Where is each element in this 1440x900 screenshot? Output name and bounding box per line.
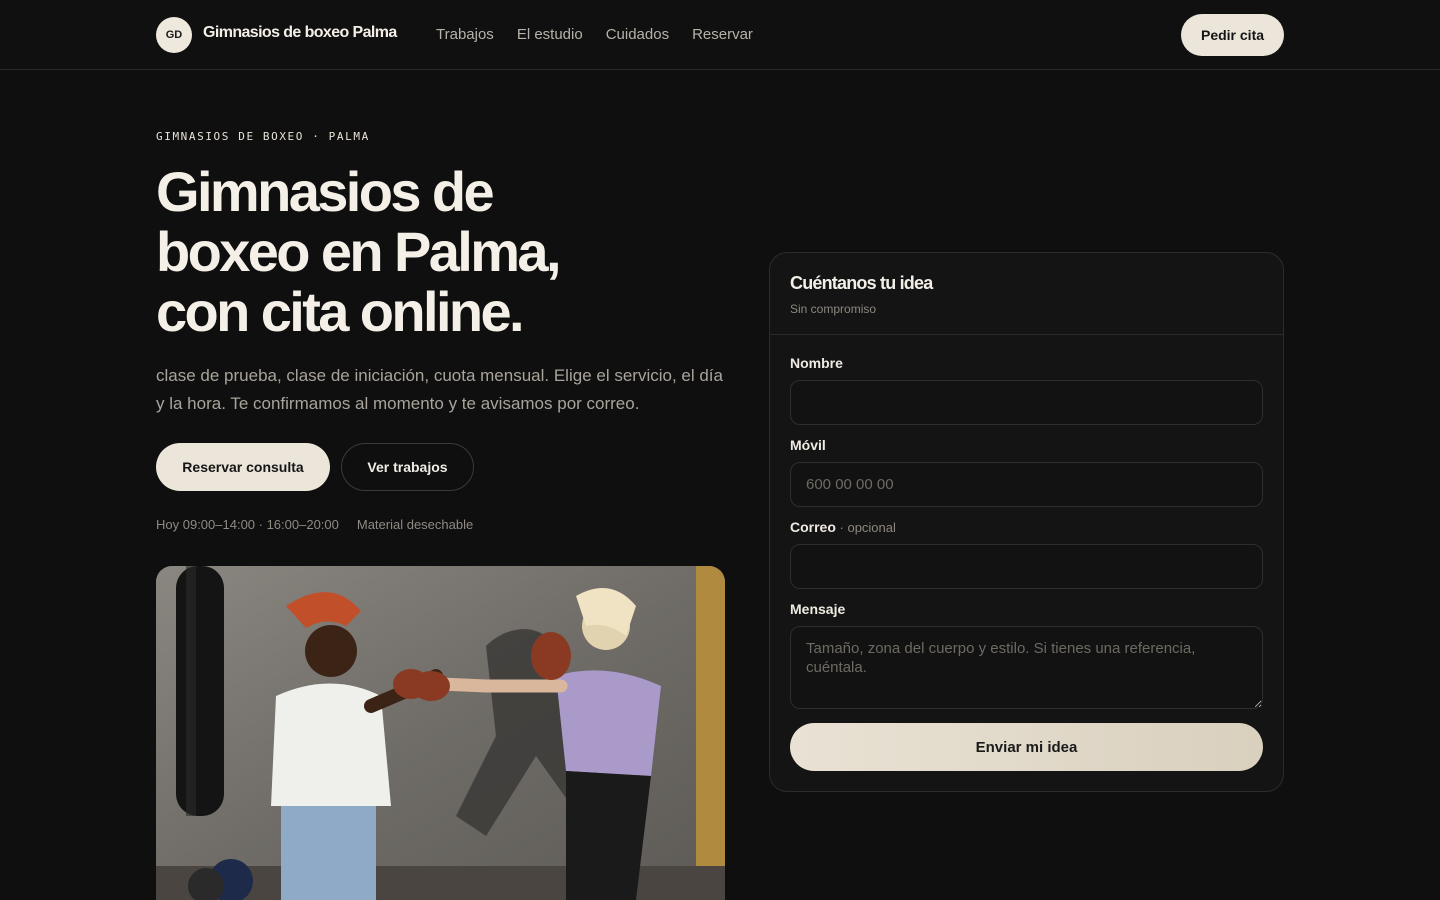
phone-input[interactable] — [790, 462, 1263, 507]
nav-link-trabajos[interactable]: Trabajos — [436, 26, 494, 43]
brand-name[interactable]: Gimnasios de boxeo Palma — [203, 24, 397, 42]
boxing-training-photo — [156, 566, 725, 900]
hero-meta: Hoy 09:00–14:00 · 16:00–20:00 Material d… — [156, 517, 473, 532]
hero-eyebrow: GIMNASIOS DE BOXEO · PALMA — [156, 130, 370, 143]
message-label: Mensaje — [790, 601, 846, 617]
email-input[interactable] — [790, 544, 1263, 589]
name-label: Nombre — [790, 355, 843, 371]
book-consultation-button[interactable]: Reservar consulta — [156, 443, 330, 491]
nav-link-reservar[interactable]: Reservar — [692, 26, 753, 43]
email-label-text: Correo — [790, 519, 836, 535]
form-title: Cuéntanos tu idea — [790, 273, 933, 293]
hero-title-line: boxeo en Palma, — [156, 220, 562, 283]
send-idea-button[interactable]: Enviar mi idea — [790, 723, 1263, 771]
email-label: Correo · opcional — [790, 519, 896, 535]
logo-badge[interactable]: GD — [156, 17, 192, 53]
contact-form-card: Cuéntanos tu idea Sin compromiso Nombre … — [769, 252, 1284, 792]
view-works-button[interactable]: Ver trabajos — [341, 443, 474, 491]
book-appointment-button[interactable]: Pedir cita — [1181, 14, 1284, 56]
nav-link-el-estudio[interactable]: El estudio — [517, 26, 583, 43]
hero-title-line: con cita online. — [156, 280, 525, 343]
email-optional-hint: · opcional — [835, 520, 896, 535]
hero-description: clase de prueba, clase de iniciación, cu… — [156, 366, 723, 413]
form-header: Cuéntanos tu idea Sin compromiso — [770, 253, 1283, 335]
opening-hours: Hoy 09:00–14:00 · 16:00–20:00 — [156, 517, 339, 532]
form-subtitle: Sin compromiso — [790, 302, 877, 316]
phone-label: Móvil — [790, 437, 826, 453]
hero-title-line: Gimnasios de — [156, 160, 495, 223]
main-nav: Trabajos El estudio Cuidados Reservar — [436, 26, 753, 43]
hero-title: Gimnasios de boxeo en Palma, con cita on… — [156, 162, 716, 342]
nav-link-cuidados[interactable]: Cuidados — [606, 26, 669, 43]
name-input[interactable] — [790, 380, 1263, 425]
message-textarea[interactable] — [790, 626, 1263, 709]
material-note: Material desechable — [356, 517, 474, 532]
hero-photo — [156, 566, 725, 900]
site-header: GD Gimnasios de boxeo Palma Trabajos El … — [0, 0, 1440, 70]
